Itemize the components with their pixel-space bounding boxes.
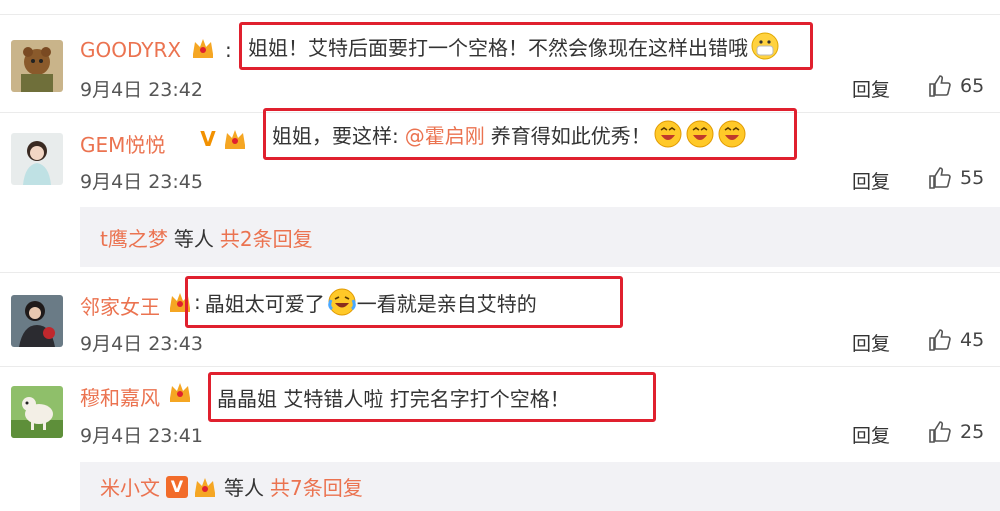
comment-text-highlight: 姐姐，要这样: @霍启刚 养育得如此优秀！ [263,108,797,160]
reply-button[interactable]: 回复 [852,167,890,194]
reply-button[interactable]: 回复 [852,421,890,448]
crown-badge-icon [225,130,245,149]
like-button[interactable]: 25 [928,420,984,444]
crown-badge-icon [193,39,213,58]
mention-link[interactable]: @霍启刚 [405,120,485,149]
sub-reply-suffix: 等人 [173,226,214,251]
avatar[interactable] [11,133,63,185]
like-button[interactable]: 45 [928,328,984,352]
sub-reply-count-link[interactable]: 共7条回复 [270,472,363,501]
comment-text: 姐姐！艾特后面要打一个空格！不然会像现在这样出错哦 [248,35,748,60]
timestamp: 9月4日 23:42 [80,79,203,101]
avatar[interactable] [11,40,63,92]
colon: : [225,38,232,62]
reply-button[interactable]: 回复 [852,329,890,356]
badges: V [197,127,248,151]
v-badge-icon: V [166,475,188,498]
badges [190,36,216,60]
sub-reply-suffix: 等人 [224,476,264,500]
timestamp: 9月4日 23:41 [80,425,203,447]
comment-text: 姐姐，要这样: [272,123,399,148]
thumbs-up-icon [929,167,951,189]
grin-emoji-icon [654,120,682,148]
thumbs-up-icon [929,329,951,351]
grin-emoji-icon [718,120,746,148]
divider [0,272,1000,273]
comment-text-highlight: 姐姐！艾特后面要打一个空格！不然会像现在这样出错哦 [239,22,813,70]
username[interactable]: 邻家女王 [80,291,160,320]
comment-text-highlight: : 晶姐太可爱了 一看就是亲自艾特的 [185,276,623,328]
sub-reply-username[interactable]: 米小文 [100,472,160,501]
like-count: 55 [960,167,985,189]
username[interactable]: 穆和嘉风 [80,382,160,411]
divider [0,14,1000,15]
divider [0,366,1000,367]
v-badge-icon: V [200,127,216,151]
like-count: 25 [960,421,985,443]
colon: : [194,290,201,314]
comment-text-highlight: 晶晶姐 艾特错人啦 打完名字打个空格！ [208,372,656,422]
grin-emoji-icon [686,120,714,148]
badges [167,380,193,404]
sub-reply-username[interactable]: t鹰之梦 [100,223,168,252]
sub-reply-count-link[interactable]: 共2条回复 [220,223,313,252]
thumbs-up-icon [929,421,951,443]
sub-replies-bar[interactable]: 米小文 V 等人 共7条回复 [80,462,1000,511]
crown-badge-icon [170,383,190,402]
username[interactable]: GEM悦悦 [80,129,165,158]
like-button[interactable]: 55 [928,166,984,190]
like-count: 65 [960,75,985,97]
comment-text: 晶姐太可爱了 [204,291,325,316]
comment-text-after: 一看就是亲自艾特的 [356,291,537,316]
reply-button[interactable]: 回复 [852,75,890,102]
sub-replies-bar[interactable]: t鹰之梦 等人 共2条回复 [80,207,1000,267]
comment-text: 晶晶姐 艾特错人啦 打完名字打个空格！ [217,386,570,411]
timestamp: 9月4日 23:45 [80,171,203,193]
laugh-cry-emoji-icon [327,288,356,316]
like-button[interactable]: 65 [928,74,984,98]
crown-badge-icon [195,477,215,497]
comment-text-after: 养育得如此优秀！ [490,123,651,148]
timestamp: 9月4日 23:43 [80,333,203,355]
thumbs-up-icon [929,75,951,97]
like-count: 45 [960,329,985,351]
avatar[interactable] [11,295,63,347]
username[interactable]: GOODYRX [80,38,181,62]
mask-emoji-icon [751,32,779,60]
avatar[interactable] [11,386,63,438]
